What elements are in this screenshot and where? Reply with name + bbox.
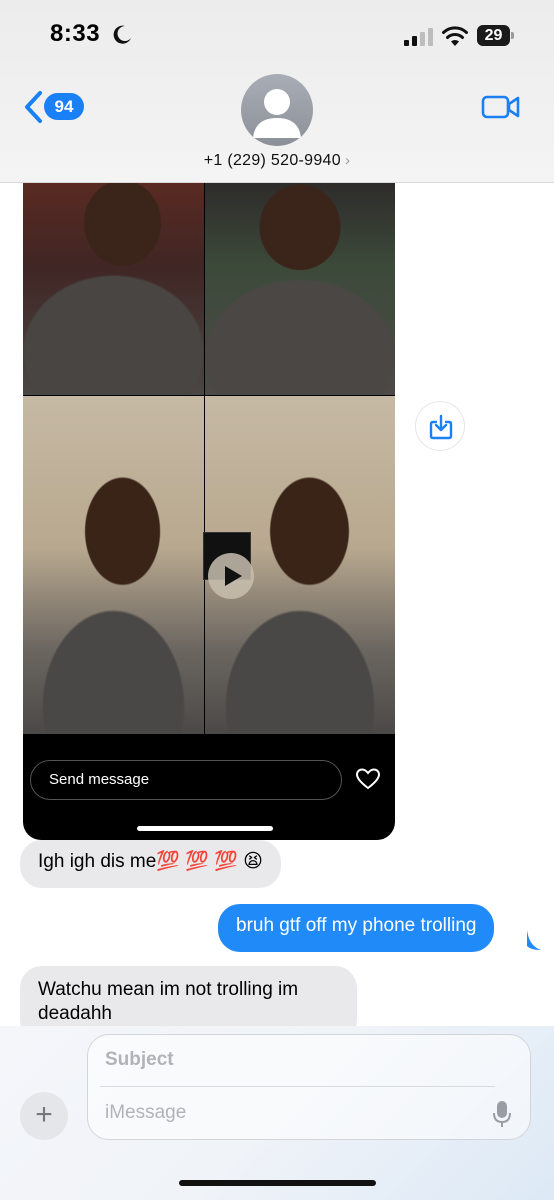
- play-icon[interactable]: [208, 553, 254, 599]
- media-home-bar: [137, 826, 273, 831]
- battery-level: 29: [477, 25, 510, 46]
- moon-icon: [113, 25, 131, 44]
- plus-icon[interactable]: +: [20, 1092, 68, 1140]
- photo-tile: [23, 396, 204, 734]
- message-input-box[interactable]: Subject iMessage: [87, 1034, 531, 1140]
- contact-name[interactable]: +1 (229) 520-9940 ›: [0, 152, 554, 170]
- photo-tile: [23, 180, 204, 395]
- battery-cap: [511, 32, 514, 39]
- avatar-icon[interactable]: [241, 74, 313, 146]
- signal-icon: [404, 28, 433, 46]
- save-download-icon: [429, 414, 453, 440]
- video-camera-icon[interactable]: [481, 93, 521, 121]
- person-silhouette-icon: [253, 89, 301, 138]
- status-time: 8:33: [50, 20, 101, 47]
- heart-icon[interactable]: [356, 768, 380, 790]
- send-message-field[interactable]: Send message: [30, 760, 342, 800]
- shared-video-preview[interactable]: Send message: [23, 150, 395, 840]
- save-media-button[interactable]: [415, 401, 465, 451]
- photo-tile: [205, 180, 395, 395]
- conversation-header: 8:33 29 94 +1 (229) 520-9940 ›: [0, 0, 554, 183]
- contact-chevron-icon: ›: [344, 152, 351, 169]
- contact-number: +1 (229) 520-9940: [203, 152, 341, 169]
- microphone-icon[interactable]: [492, 1099, 512, 1129]
- message-composer: + Subject iMessage: [0, 1026, 554, 1200]
- battery-icon: 29: [477, 25, 515, 46]
- unread-count-badge[interactable]: 94: [44, 93, 84, 120]
- home-indicator: [179, 1180, 376, 1186]
- wifi-icon: [442, 26, 468, 46]
- incoming-message[interactable]: Igh igh dis me💯 💯 💯 😫: [20, 840, 281, 888]
- subject-field[interactable]: Subject: [105, 1049, 174, 1071]
- outgoing-message[interactable]: bruh gtf off my phone trolling: [218, 904, 495, 952]
- imessage-field[interactable]: iMessage: [105, 1102, 186, 1124]
- outgoing-bubble-tail: [527, 930, 541, 950]
- back-chevron-icon[interactable]: [22, 90, 44, 124]
- input-divider: [100, 1086, 495, 1087]
